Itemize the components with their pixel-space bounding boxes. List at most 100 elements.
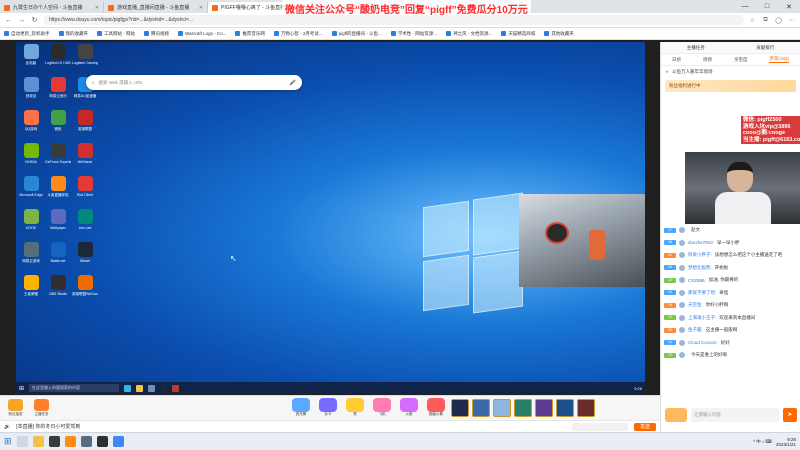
bookmark-item[interactable]: 推荐音乐网 bbox=[235, 31, 265, 37]
bookmark-item[interactable]: 工具网站 - 网站 bbox=[97, 31, 135, 37]
gift-item[interactable]: 赞 bbox=[343, 398, 367, 418]
hero-portrait[interactable] bbox=[514, 399, 532, 417]
anchor-task-button[interactable]: 主播任务 bbox=[30, 399, 53, 417]
url-input[interactable]: https://www.douyu.com/topic/pigfjgv?rid=… bbox=[43, 15, 744, 25]
windows-start-icon[interactable]: ⊞ bbox=[4, 436, 12, 447]
refresh-icon[interactable]: ↻ bbox=[30, 16, 39, 24]
chat-username[interactable]: 那就不要了吧: bbox=[688, 290, 716, 296]
settings-icon[interactable] bbox=[80, 436, 92, 447]
gift-item[interactable]: 飞机 bbox=[370, 398, 394, 418]
desktop-shortcut[interactable]: Logitech Gaming bbox=[72, 44, 98, 74]
tab-intimacy[interactable]: 亲密度 bbox=[734, 57, 748, 63]
gift-item[interactable]: 办卡 bbox=[316, 398, 340, 418]
emoji-icon[interactable] bbox=[665, 408, 687, 422]
desktop-shortcut[interactable]: Wallpaper bbox=[45, 209, 71, 239]
bookmark-item[interactable]: 腾讯视频 bbox=[144, 31, 169, 37]
tab-day-rank[interactable]: 日榜 bbox=[672, 57, 681, 63]
star-icon[interactable]: ☆ bbox=[748, 17, 757, 24]
avatar[interactable] bbox=[679, 239, 685, 246]
desktop-shortcut[interactable]: Aim Lab bbox=[72, 209, 98, 239]
chat-username[interactable]: Cloud Cocoon: bbox=[688, 340, 718, 345]
hero-portrait[interactable] bbox=[472, 399, 490, 417]
desktop-shortcut[interactable]: 斗鱼直播伴侣 bbox=[45, 176, 71, 206]
chat-header-item[interactable]: 贡献排行 bbox=[756, 45, 774, 51]
avatar[interactable] bbox=[679, 314, 685, 321]
chat-send-button[interactable]: ➤ bbox=[783, 408, 797, 422]
steam-icon[interactable] bbox=[160, 384, 168, 392]
bookmark-item[interactable]: 其他收藏夹 bbox=[544, 31, 574, 37]
desktop-shortcut[interactable]: 网易云游戏 bbox=[18, 242, 44, 272]
back-arrow-icon[interactable]: ← bbox=[4, 17, 13, 24]
desktop-shortcut[interactable]: 网易云音乐 bbox=[45, 77, 71, 107]
game-icon[interactable] bbox=[48, 436, 60, 447]
avatar[interactable] bbox=[679, 252, 685, 259]
hero-portrait[interactable] bbox=[577, 399, 595, 417]
hero-portrait[interactable] bbox=[535, 399, 553, 417]
remote-taskbar-search[interactable]: 在这里输入你要搜索的内容 bbox=[29, 384, 120, 392]
bookmark-item[interactable]: Warcraft Logs - Co... bbox=[178, 31, 226, 36]
chat-username[interactable]: 梦想北极熊: bbox=[688, 265, 712, 271]
wegame-icon[interactable] bbox=[172, 384, 180, 392]
bookmark-item[interactable]: 神之风 - 文档资源... bbox=[446, 31, 492, 37]
chrome-icon[interactable] bbox=[112, 436, 124, 447]
avatar[interactable] bbox=[679, 327, 685, 334]
windows-start-icon[interactable]: ⊞ bbox=[19, 385, 24, 392]
browser-tab[interactable]: 九霄生日办个人空间 - 斗鱼直播 ✕ bbox=[0, 2, 104, 13]
chat-username[interactable]: 阿呆小胖子: bbox=[688, 252, 712, 258]
douyu-icon[interactable] bbox=[64, 436, 76, 447]
chat-username[interactable]: 天空鱼: bbox=[688, 302, 703, 308]
desktop-shortcut[interactable]: OBS Studio bbox=[45, 275, 71, 305]
hero-portrait[interactable] bbox=[556, 399, 574, 417]
desktop-shortcut[interactable]: 此电脑 bbox=[18, 44, 44, 74]
fan-lottery-button[interactable]: 粉丝抽奖 bbox=[4, 399, 27, 417]
browser-tab[interactable]: 游戏直播_直播间直播 - 斗鱼直播 ✕ bbox=[104, 2, 208, 13]
tray-icons[interactable]: ^ 中 ♪ ⌨ bbox=[753, 439, 772, 445]
desktop-shortcut[interactable]: 英雄联盟 bbox=[72, 110, 98, 140]
chat-header-item[interactable]: 主播任务 bbox=[687, 45, 705, 51]
fan-welfare-banner[interactable]: 粉丝福利进行中 bbox=[665, 80, 796, 92]
chat-username[interactable]: 上海滩小王子: bbox=[688, 315, 716, 321]
close-window-button[interactable]: ✕ bbox=[778, 3, 800, 11]
speaker-icon[interactable]: 🔊 bbox=[4, 424, 10, 430]
desktop-shortcut[interactable]: 英雄联盟WeGame版 bbox=[72, 275, 98, 305]
desktop-shortcut[interactable]: Microsoft Edge bbox=[18, 176, 44, 206]
bookmark-item[interactable]: 万物心智 - 2月考试... bbox=[273, 31, 323, 37]
desktop-shortcut[interactable]: Battle.net bbox=[45, 242, 71, 272]
host-clock[interactable]: 9:26 2023/1/21 bbox=[776, 437, 796, 447]
avatar[interactable] bbox=[679, 277, 685, 284]
file-explorer-icon[interactable] bbox=[32, 436, 44, 447]
gift-item[interactable]: 超级火箭 bbox=[424, 398, 448, 418]
chat-username[interactable]: CXZ886: bbox=[688, 278, 706, 283]
search-icon[interactable] bbox=[16, 436, 28, 447]
tab-vip[interactable]: 贵宾(183) bbox=[769, 56, 789, 63]
maximize-button[interactable]: □ bbox=[756, 3, 778, 11]
gift-item[interactable]: 火箭 bbox=[397, 398, 421, 418]
menu-icon[interactable]: ⋯ bbox=[787, 17, 796, 24]
chat-username[interactable]: dunzhe7843: bbox=[688, 240, 714, 245]
live-stream-video[interactable]: 此电脑 Logitech G HUB Logitech Gaming 回收站 网易云音乐… bbox=[16, 42, 645, 394]
desktop-shortcut[interactable]: Logitech G HUB bbox=[45, 44, 71, 74]
chat-username[interactable]: 鱼子酱: bbox=[688, 327, 703, 333]
bookmark-item[interactable]: 我的收藏夹 bbox=[58, 31, 88, 37]
bookmark-item[interactable]: pigff的直播间 - 斗鱼... bbox=[331, 31, 382, 37]
chat-input[interactable]: 让我输入内容 bbox=[691, 408, 779, 422]
desktop-shortcut[interactable]: NVIDIA bbox=[18, 143, 44, 173]
desktop-shortcut[interactable]: 微信 bbox=[45, 110, 71, 140]
tab-week-rank[interactable]: 周榜 bbox=[703, 57, 712, 63]
bookmark-item[interactable]: 学术性 - 网站资源... bbox=[390, 31, 437, 37]
avatar[interactable] bbox=[679, 302, 685, 309]
edge-icon[interactable] bbox=[124, 384, 132, 392]
obs-icon[interactable] bbox=[96, 436, 108, 447]
avatar[interactable] bbox=[679, 264, 685, 271]
store-icon[interactable] bbox=[148, 384, 156, 392]
desktop-shortcut[interactable]: 王者荣耀 bbox=[18, 275, 44, 305]
explorer-icon[interactable] bbox=[136, 384, 144, 392]
avatar[interactable] bbox=[679, 227, 685, 234]
avatar[interactable] bbox=[679, 289, 685, 296]
desktop-shortcut[interactable]: 回收站 bbox=[18, 77, 44, 107]
desktop-shortcut[interactable]: Steam bbox=[72, 242, 98, 272]
desktop-shortcut[interactable]: KOOK bbox=[18, 209, 44, 239]
hero-portrait[interactable] bbox=[493, 399, 511, 417]
send-danmaku-button[interactable]: 发送 bbox=[634, 422, 656, 431]
desktop-shortcut[interactable]: WeGame bbox=[72, 143, 98, 173]
